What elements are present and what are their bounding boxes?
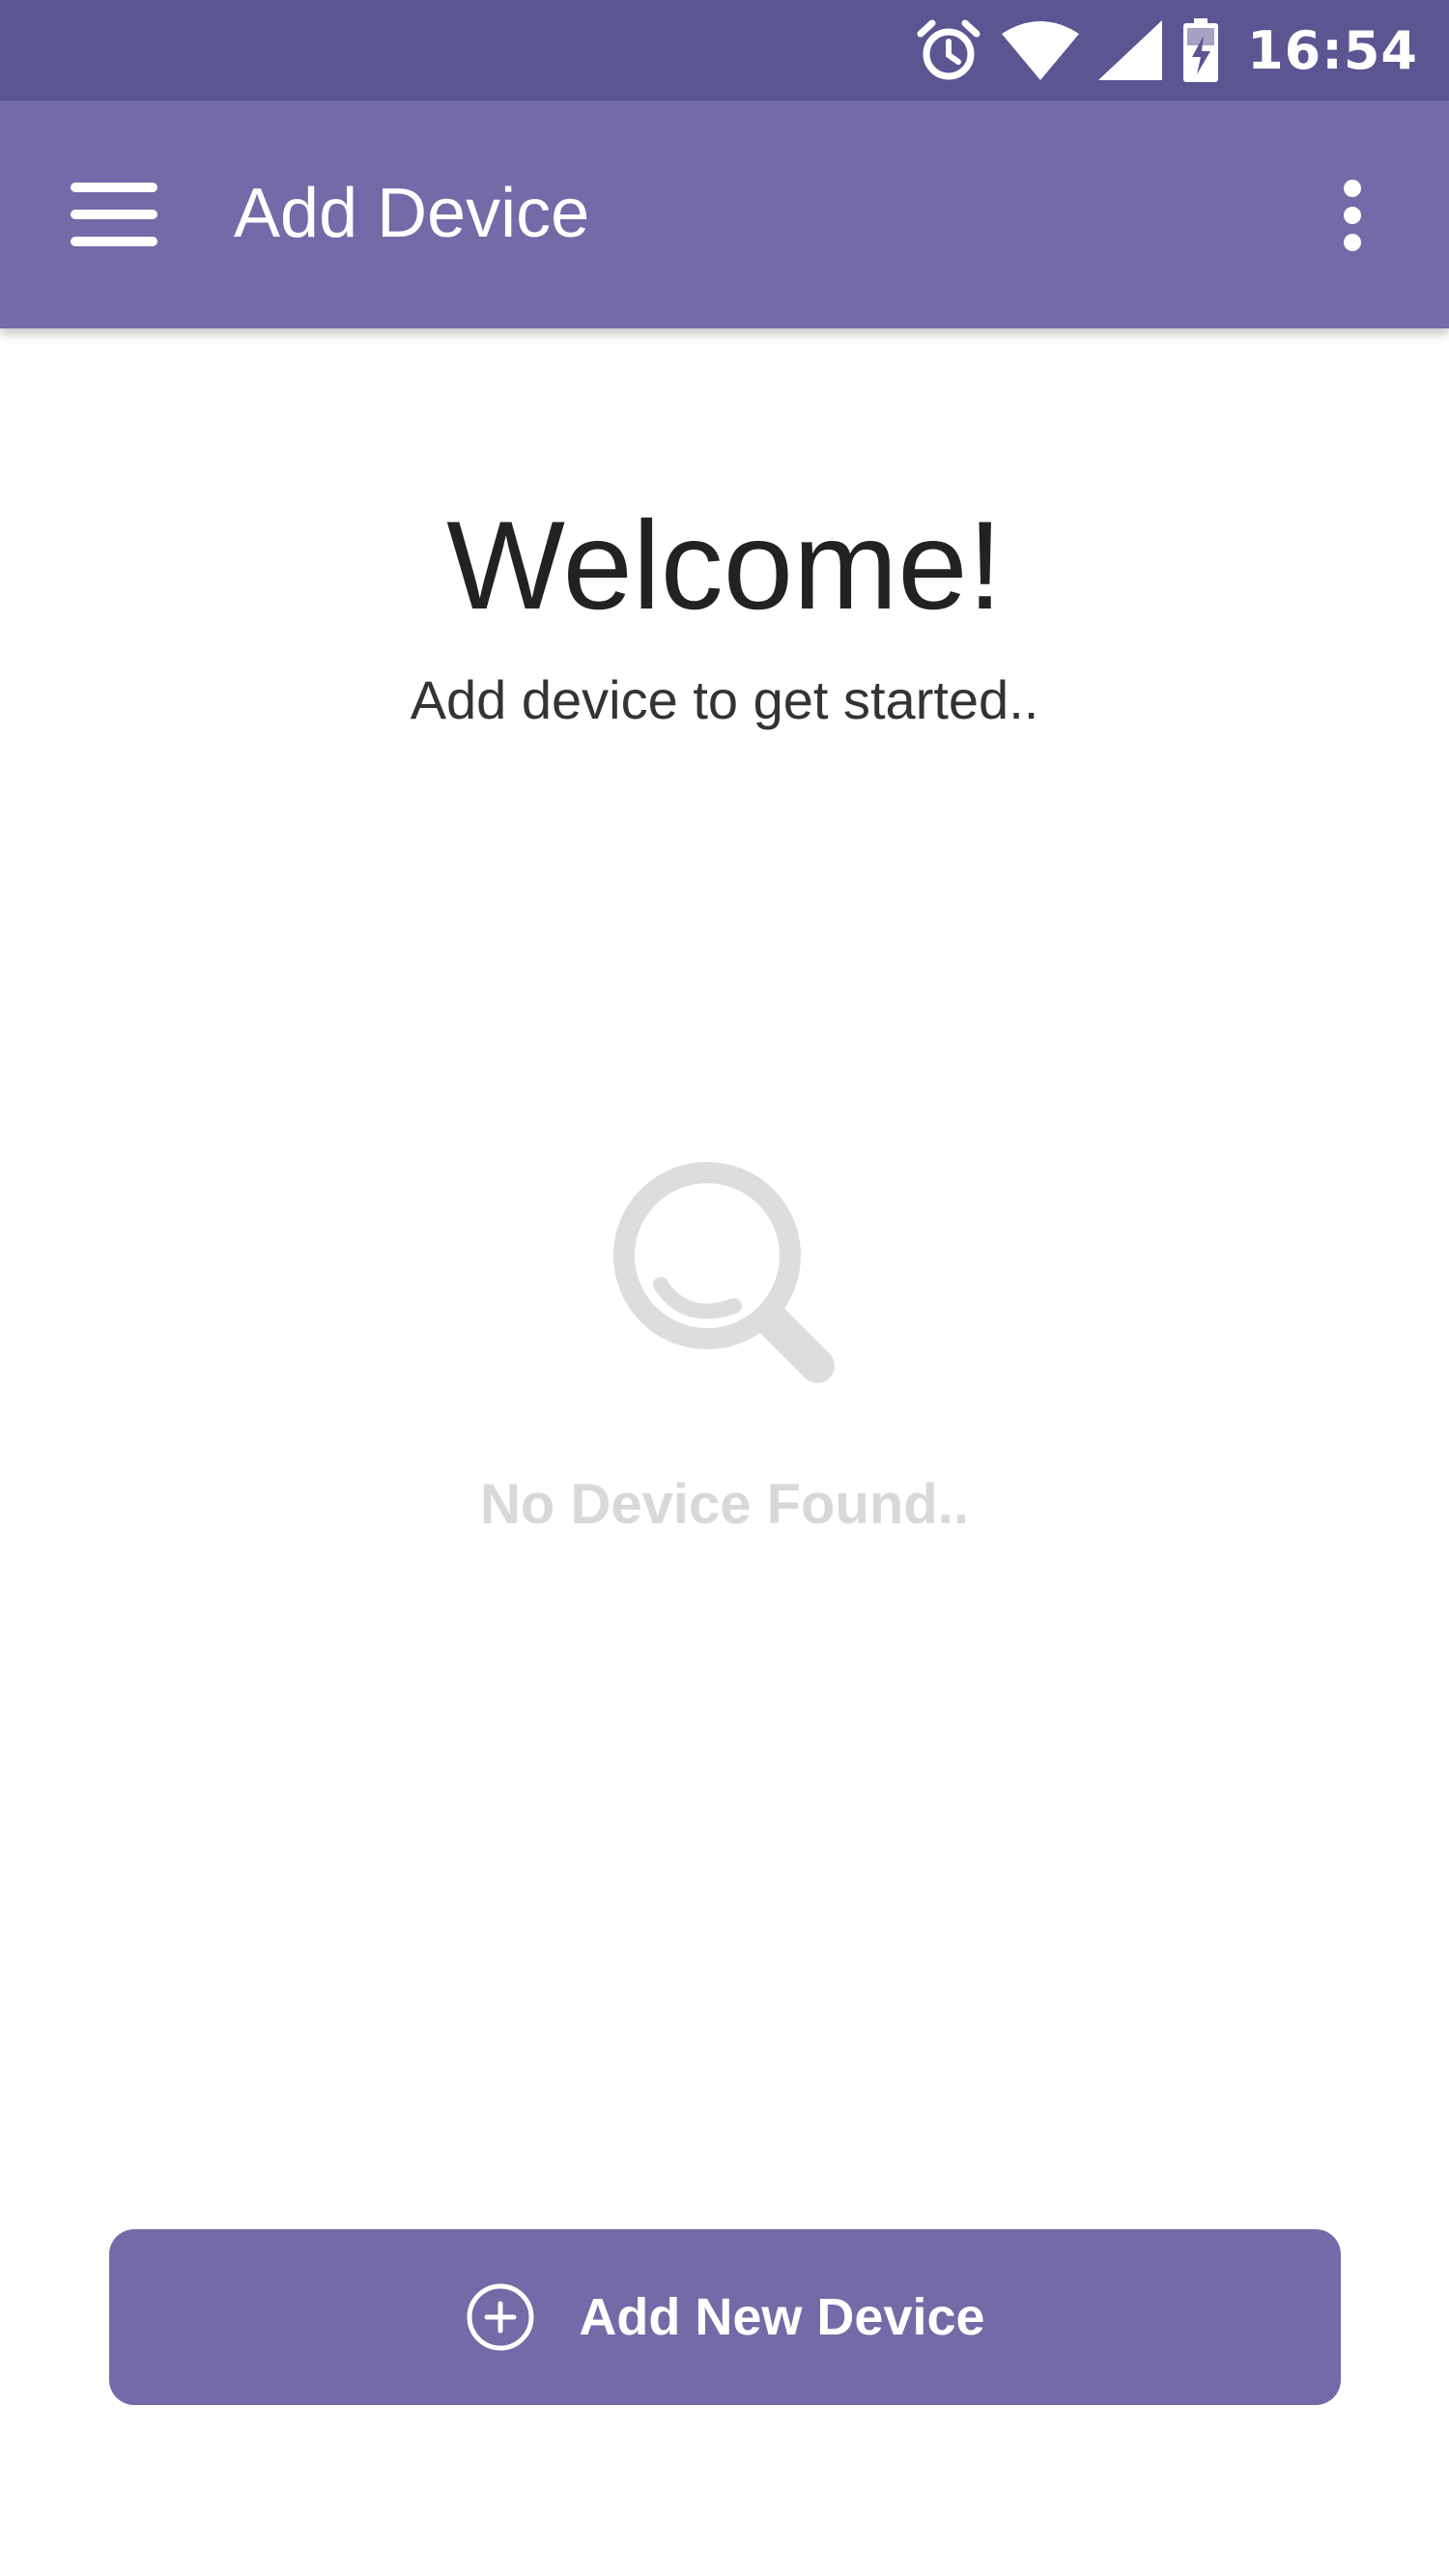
page-title: Add Device bbox=[234, 175, 590, 252]
welcome-subtitle: Add device to get started.. bbox=[410, 669, 1039, 730]
battery-charging-icon bbox=[1183, 18, 1219, 82]
search-icon bbox=[613, 1162, 835, 1383]
add-circle-icon bbox=[467, 2283, 534, 2351]
wifi-icon bbox=[1002, 21, 1080, 80]
status-bar: 16:54 bbox=[0, 0, 1449, 100]
menu-button[interactable] bbox=[53, 168, 175, 261]
overflow-menu-button[interactable] bbox=[1294, 162, 1410, 269]
welcome-title: Welcome! bbox=[446, 495, 1003, 636]
alarm-icon bbox=[917, 19, 980, 80]
hamburger-menu-icon bbox=[71, 183, 157, 246]
empty-state-text: No Device Found.. bbox=[480, 1473, 969, 1536]
add-new-device-button[interactable]: Add New Device bbox=[109, 2229, 1341, 2405]
status-time: 16:54 bbox=[1247, 19, 1418, 81]
app-bar: Add Device bbox=[0, 100, 1449, 328]
add-device-screen: 16:54 Add Device Welcome! Add device to … bbox=[0, 0, 1449, 2576]
add-new-device-label: Add New Device bbox=[579, 2288, 985, 2346]
status-icons: 16:54 bbox=[915, 0, 1418, 100]
cell-signal-icon bbox=[1098, 20, 1163, 80]
more-vert-icon bbox=[1344, 180, 1361, 251]
